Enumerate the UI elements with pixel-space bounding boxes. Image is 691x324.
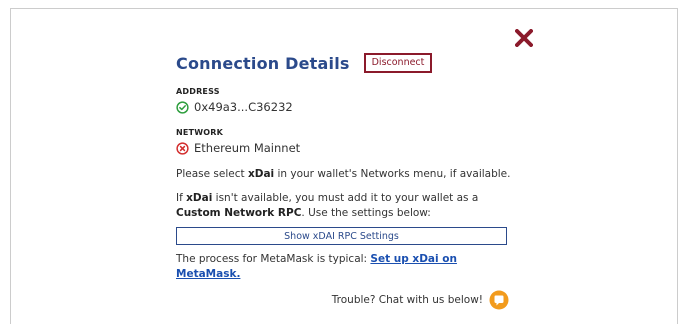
x-circle-icon xyxy=(176,141,189,155)
show-rpc-settings-button[interactable]: Show xDAI RPC Settings xyxy=(176,227,507,245)
network-label: NETWORK xyxy=(176,128,224,137)
title-row: Connection Details Disconnect xyxy=(176,52,516,74)
trouble-text: Trouble? Chat with us below! xyxy=(331,294,483,306)
connection-details: Connection Details Disconnect ADDRESS 0x… xyxy=(176,52,516,310)
network-value: Ethereum Mainnet xyxy=(194,141,301,155)
custom-rpc-text: If xDai isn't available, you must add it… xyxy=(176,192,479,219)
select-network-text: Please select xDai in your wallet's Netw… xyxy=(176,168,511,180)
close-icon[interactable] xyxy=(515,29,533,47)
metamask-text: The process for MetaMask is typical: Set… xyxy=(176,253,457,280)
page-title: Connection Details xyxy=(176,53,350,73)
network-row: Ethereum Mainnet xyxy=(176,141,516,155)
check-circle-icon xyxy=(176,100,189,114)
disconnect-button[interactable]: Disconnect xyxy=(363,53,433,73)
chat-icon[interactable] xyxy=(489,290,509,310)
trouble-row: Trouble? Chat with us below! xyxy=(176,290,509,310)
address-label: ADDRESS xyxy=(176,87,220,96)
address-row: 0x49a3...C36232 xyxy=(176,100,516,114)
address-value: 0x49a3...C36232 xyxy=(194,100,293,114)
